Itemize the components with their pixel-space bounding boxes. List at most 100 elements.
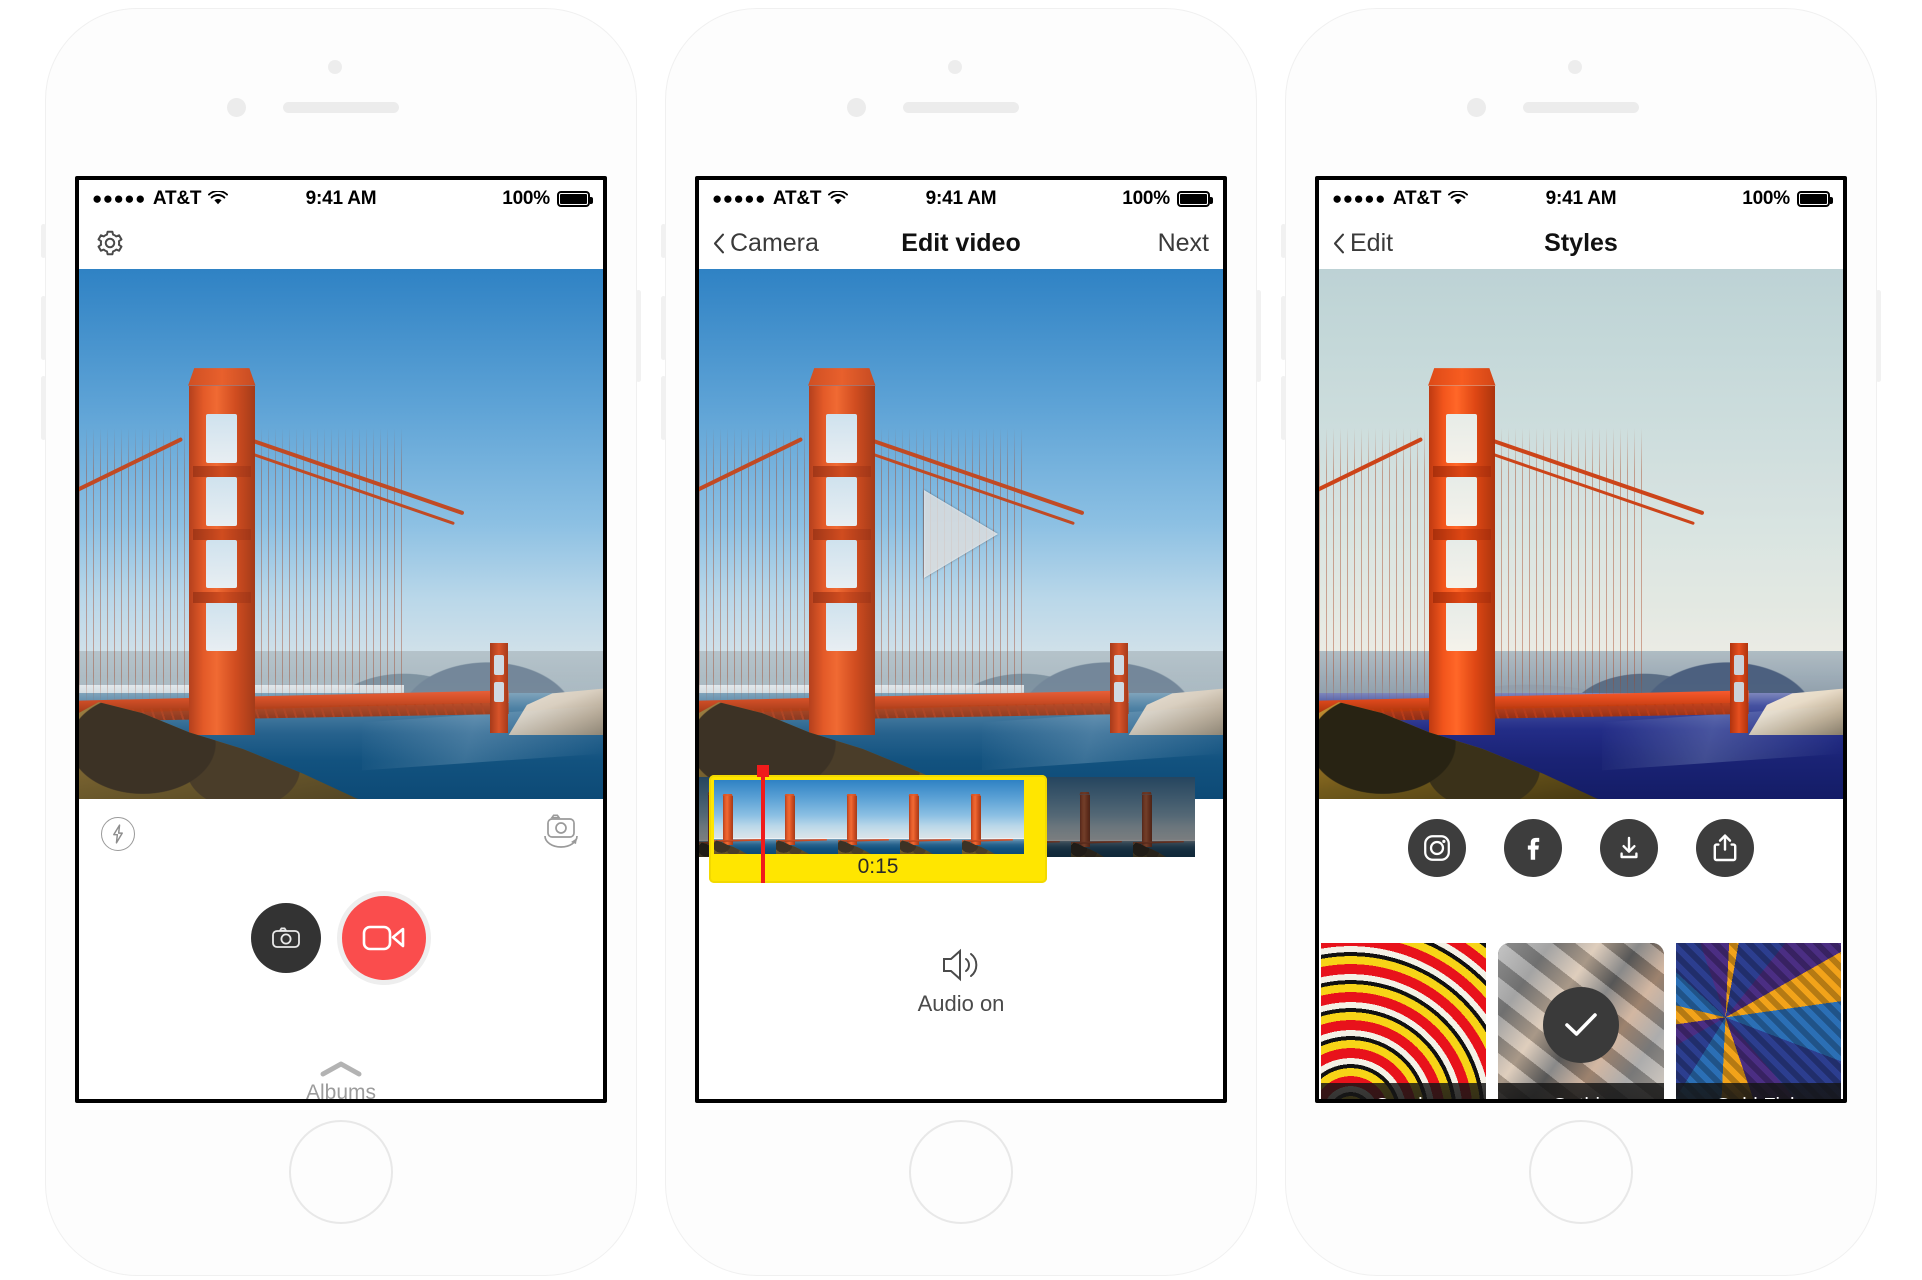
styled-video-preview[interactable] xyxy=(1319,269,1843,799)
carrier-label: AT&T xyxy=(772,187,822,209)
film-frame-selected[interactable] xyxy=(776,780,838,854)
page-title: Styles xyxy=(1544,228,1618,257)
carrier-label: AT&T xyxy=(152,187,202,209)
styles-navbar: Edit Styles xyxy=(1319,217,1843,269)
film-frame-selected[interactable] xyxy=(962,780,1024,854)
style-card-gold-fish[interactable]: Gold Fish xyxy=(1675,943,1841,1099)
status-bar-left: ●●●●● AT&T xyxy=(1332,187,1469,210)
earpiece-speaker xyxy=(283,102,399,113)
page-title: Edit video xyxy=(901,228,1021,257)
power-button[interactable] xyxy=(1876,290,1881,382)
screen-bezel: ●●●●● AT&T 9:41 AM 100% xyxy=(1315,176,1847,1103)
checkmark-icon xyxy=(1542,986,1619,1063)
film-frame[interactable] xyxy=(1071,777,1133,857)
video-camera-icon xyxy=(362,925,405,951)
volume-down-button[interactable] xyxy=(41,376,46,440)
film-frame[interactable] xyxy=(1133,777,1195,857)
earpiece-speaker xyxy=(1523,102,1639,113)
volume-down-button[interactable] xyxy=(661,376,666,440)
flip-glyph xyxy=(544,814,578,848)
clip-duration-label: 0:15 xyxy=(857,855,899,878)
status-bar: ●●●●● AT&T 9:41 AM 100% xyxy=(699,180,1223,217)
film-frame-selected[interactable] xyxy=(714,780,776,854)
style-thumbnail-art xyxy=(1675,943,1841,1099)
proximity-sensor xyxy=(948,60,962,74)
battery-full-icon xyxy=(557,190,593,207)
style-label: Candy xyxy=(1321,1083,1487,1099)
styles-body: Candy Gothic xyxy=(1319,799,1843,1099)
phone-device-camera: ●●●●● AT&T 9:41 AM 100% Albums xyxy=(41,8,641,1276)
phone-device-edit-video: ●●●●● AT&T 9:41 AM 100% Camera Edit vide… xyxy=(661,8,1261,1276)
volume-down-button[interactable] xyxy=(1281,376,1286,440)
screen-styles: ●●●●● AT&T 9:41 AM 100% Edit Styles xyxy=(1319,180,1843,1099)
home-button[interactable] xyxy=(1529,1120,1633,1224)
status-bar-left: ●●●●● AT&T xyxy=(92,187,229,210)
front-camera-dot xyxy=(847,98,866,117)
next-button[interactable]: Next xyxy=(1158,229,1209,258)
carrier-label: AT&T xyxy=(1392,187,1442,209)
status-bar: ●●●●● AT&T 9:41 AM 100% xyxy=(79,180,603,217)
wifi-icon xyxy=(1448,191,1469,205)
screen-bezel: ●●●●● AT&T 9:41 AM 100% xyxy=(695,176,1227,1103)
film-frame-selected[interactable] xyxy=(838,780,900,854)
camera-flip-icon[interactable] xyxy=(539,813,583,853)
style-card-candy[interactable]: Candy xyxy=(1321,943,1487,1099)
video-preview[interactable] xyxy=(699,269,1223,799)
status-bar: ●●●●● AT&T 9:41 AM 100% xyxy=(1319,180,1843,217)
flash-bolt-icon[interactable] xyxy=(101,817,135,851)
audio-state-label: Audio on xyxy=(917,991,1005,1016)
timeline-selection[interactable]: 0:15 xyxy=(709,775,1047,883)
facebook-icon xyxy=(1527,837,1540,860)
shutter-row xyxy=(79,891,603,985)
volume-up-button[interactable] xyxy=(1281,296,1286,360)
camera-top-bar xyxy=(79,217,603,269)
record-video-button[interactable] xyxy=(337,891,431,985)
gear-icon[interactable] xyxy=(95,228,125,258)
speaker-on-icon xyxy=(943,948,978,982)
status-bar-clock: 9:41 AM xyxy=(925,187,997,209)
volume-up-button[interactable] xyxy=(661,296,666,360)
style-card-gothic[interactable]: Gothic xyxy=(1498,943,1664,1099)
back-to-edit-button[interactable]: Edit xyxy=(1333,229,1393,258)
proximity-sensor xyxy=(1568,60,1582,74)
status-bar-right: 100% xyxy=(502,188,593,210)
silent-switch[interactable] xyxy=(661,224,666,258)
share-button[interactable] xyxy=(1696,819,1754,877)
checkmark-glyph xyxy=(1565,1013,1597,1036)
instagram-share-button[interactable] xyxy=(1408,819,1466,877)
silent-switch[interactable] xyxy=(41,224,46,258)
albums-drawer-handle[interactable]: Albums xyxy=(79,1059,603,1099)
camera-viewfinder[interactable] xyxy=(79,269,603,799)
style-label: Gold Fish xyxy=(1675,1083,1841,1099)
status-bar-right: 100% xyxy=(1742,188,1833,210)
camera-controls: Albums xyxy=(79,799,603,1099)
silent-switch[interactable] xyxy=(1281,224,1286,258)
take-photo-button[interactable] xyxy=(251,903,321,973)
share-upload-icon xyxy=(1713,834,1737,862)
styles-grid: Candy Gothic xyxy=(1319,943,1843,1099)
far-tower xyxy=(1110,642,1129,733)
timeline-playhead[interactable] xyxy=(757,765,769,883)
back-to-camera-button[interactable]: Camera xyxy=(713,229,819,258)
download-button[interactable] xyxy=(1600,819,1658,877)
earpiece-speaker xyxy=(903,102,1019,113)
play-icon[interactable] xyxy=(924,490,998,578)
phone-device-styles: ●●●●● AT&T 9:41 AM 100% Edit Styles xyxy=(1281,8,1881,1276)
bolt-glyph xyxy=(113,824,123,844)
home-button[interactable] xyxy=(289,1120,393,1224)
volume-up-button[interactable] xyxy=(41,296,46,360)
proximity-sensor xyxy=(328,60,342,74)
power-button[interactable] xyxy=(636,290,641,382)
power-button[interactable] xyxy=(1256,290,1261,382)
status-bar-left: ●●●●● AT&T xyxy=(712,187,849,210)
battery-full-icon xyxy=(1797,190,1833,207)
share-row xyxy=(1319,799,1843,877)
film-frame-selected[interactable] xyxy=(900,780,962,854)
front-camera-dot xyxy=(227,98,246,117)
home-button[interactable] xyxy=(909,1120,1013,1224)
audio-toggle[interactable]: Audio on xyxy=(699,947,1223,1017)
albums-label: Albums xyxy=(305,1081,377,1099)
facebook-share-button[interactable] xyxy=(1504,819,1562,877)
near-tower-openings xyxy=(1429,386,1495,736)
chevron-up-icon xyxy=(320,1061,362,1077)
